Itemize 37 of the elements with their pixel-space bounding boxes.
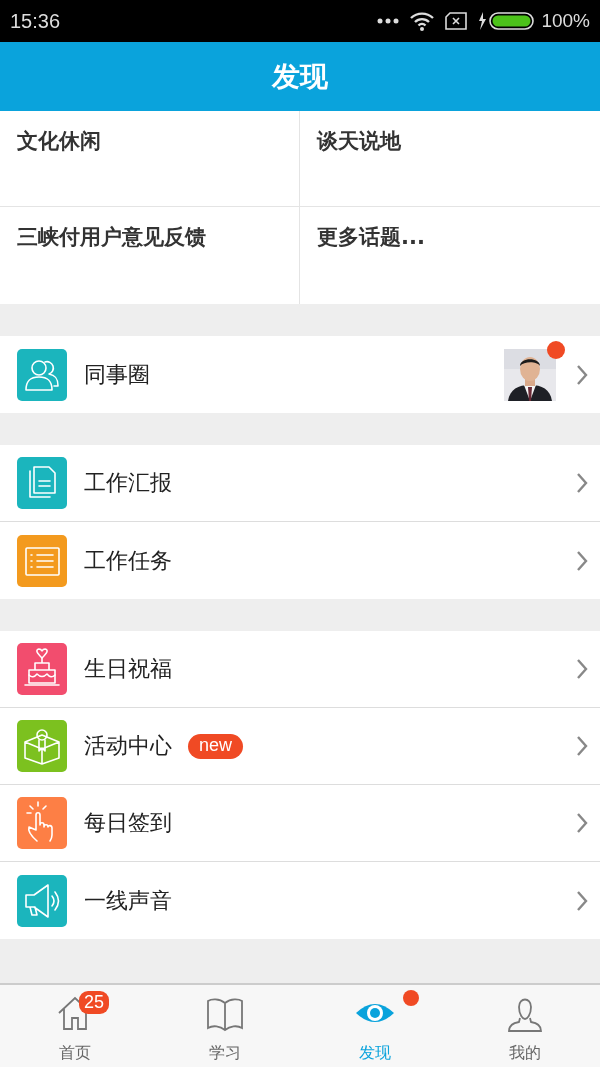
menu-label: 工作任务 [84, 546, 172, 575]
menu-row[interactable]: 生日祝福 [0, 631, 600, 708]
chevron-right-icon [576, 812, 588, 834]
menu-label: 工作汇报 [84, 469, 172, 497]
menu-row[interactable]: 工作汇报 [0, 445, 600, 522]
chevron-right-icon [576, 658, 588, 680]
count-badge: 25 [79, 991, 110, 1014]
menu-row[interactable]: 同事圈 [0, 336, 600, 413]
menu-row[interactable]: 活动中心 new [0, 708, 600, 785]
menu-label: 同事圈 [84, 360, 150, 389]
page-title: 发现 [272, 58, 328, 95]
wifi-icon [409, 11, 436, 31]
chevron-right-icon [576, 735, 588, 757]
battery-percent: 100% [541, 10, 590, 32]
menu-label: 每日签到 [84, 809, 172, 837]
chevron-right-icon [576, 549, 588, 572]
battery-icon [477, 11, 536, 31]
menu-label: 生日祝福 [84, 655, 172, 683]
topic-cell[interactable]: 三峡付用户意见反馈 [0, 207, 300, 304]
menu-row[interactable]: 每日签到 [0, 785, 600, 862]
menu-row[interactable]: 工作任务 [0, 522, 600, 599]
tab[interactable]: 学习 [150, 985, 300, 1067]
chevron-right-icon [576, 889, 588, 912]
topic-cell[interactable]: 文化休闲 [0, 111, 300, 207]
topic-cell[interactable]: 更多话题... [300, 207, 600, 304]
tab[interactable]: 我的 [450, 985, 600, 1067]
no-sim-icon [445, 12, 468, 30]
clock: 15:36 [10, 9, 61, 33]
tab[interactable]: 25 首页 [0, 985, 150, 1067]
chevron-right-icon [576, 363, 588, 386]
chevron-right-icon [576, 472, 588, 494]
more-icon [377, 18, 400, 24]
menu-label: 活动中心 [84, 732, 172, 760]
topic-cell[interactable]: 谈天说地 [300, 111, 600, 207]
new-badge: new [188, 733, 244, 759]
menu-row[interactable]: 一线声音 [0, 862, 600, 939]
menu-label: 一线声音 [84, 886, 172, 915]
